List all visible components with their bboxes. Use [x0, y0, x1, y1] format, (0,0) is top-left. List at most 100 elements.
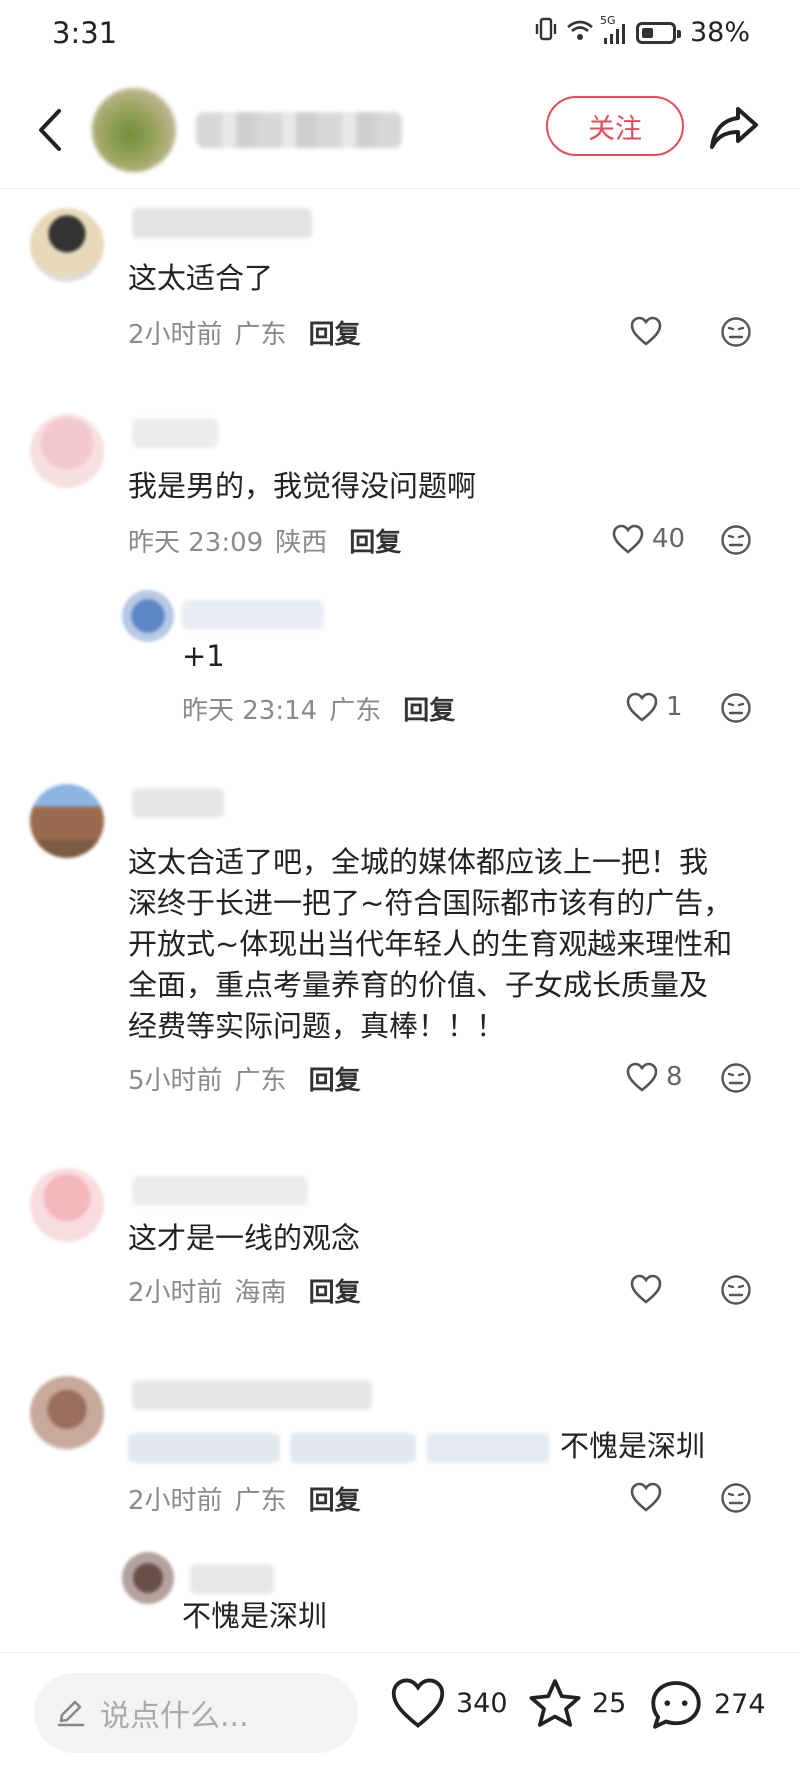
avatar[interactable] [30, 784, 104, 858]
reply-text: 不愧是深圳 [182, 1599, 328, 1633]
mention-blurred[interactable] [290, 1433, 416, 1463]
heart-icon [630, 1482, 662, 1512]
dislike-emoji-icon[interactable] [720, 1062, 752, 1094]
avatar[interactable] [30, 208, 104, 282]
bottom-bar: 说点什么... 340 25 274 [0, 1652, 800, 1778]
comment-location: 广东 [234, 1066, 287, 1096]
avatar[interactable] [30, 1376, 104, 1450]
author-avatar[interactable] [92, 88, 176, 172]
comment-location: 陕西 [275, 528, 328, 558]
reply-text: +1 [182, 639, 225, 673]
username-blurred[interactable] [182, 600, 324, 630]
comment-time: 昨天 23:09 [128, 528, 264, 558]
comment-post-button[interactable]: 274 [648, 1677, 766, 1731]
status-bar: 3:31 5G 38% [0, 0, 800, 72]
comment-meta: 昨天 23:14 广东 回复 [182, 690, 455, 727]
battery-percent: 38% [689, 17, 750, 48]
avatar[interactable] [122, 1552, 174, 1604]
pencil-icon [57, 1700, 85, 1727]
comment-meta: 昨天 23:09 陕西 回复 [128, 522, 401, 559]
avatar[interactable] [122, 590, 174, 642]
comment-text: 这太合适了吧，全城的媒体都应该上一把！我 深终于长进一把了~符合国际都市该有的广… [128, 842, 732, 1047]
comment-line: 深终于长进一把了~符合国际都市该有的广告， [128, 886, 733, 920]
comment-meta: 2小时前 广东 回复 [128, 314, 361, 351]
comment-time: 2小时前 [128, 1486, 223, 1516]
reply-button[interactable]: 回复 [309, 1060, 361, 1097]
comment-text: 这才是一线的观念 [128, 1221, 361, 1255]
username-blurred[interactable] [190, 1564, 274, 1594]
chevron-left-icon [39, 109, 61, 151]
post-like-count: 340 [456, 1687, 508, 1719]
like-button[interactable] [630, 316, 670, 346]
comment-meta: 2小时前 海南 回复 [128, 1272, 361, 1309]
share-icon [710, 107, 758, 149]
heart-icon [626, 692, 658, 722]
reply-button[interactable]: 回复 [309, 1480, 361, 1517]
vibrate-icon [534, 16, 558, 49]
author-name-blurred[interactable] [196, 112, 402, 148]
like-button[interactable]: 40 [612, 524, 685, 554]
post-favorite-count: 25 [592, 1687, 627, 1719]
username-blurred[interactable] [132, 418, 218, 448]
post-comment-count: 274 [714, 1688, 766, 1720]
comment-line: 全面，重点考量养育的价值、子女成长质量及 [128, 968, 709, 1002]
username-blurred[interactable] [132, 1380, 372, 1410]
heart-icon [391, 1678, 445, 1728]
reply-button[interactable]: 回复 [349, 522, 401, 559]
status-time: 3:31 [52, 16, 118, 50]
comment-text: 这太适合了 [128, 261, 274, 295]
username-blurred[interactable] [132, 208, 312, 238]
dislike-emoji-icon[interactable] [720, 1274, 752, 1306]
dislike-emoji-icon[interactable] [720, 1482, 752, 1514]
battery-icon [635, 21, 681, 44]
comment-input[interactable]: 说点什么... [34, 1673, 358, 1753]
dislike-emoji-icon[interactable] [720, 316, 752, 348]
signal-icon: 5G [600, 14, 628, 46]
dislike-emoji-icon[interactable] [720, 692, 752, 724]
header: 关注 [0, 72, 800, 189]
heart-icon [612, 524, 644, 554]
comment-text-content: 不愧是深圳 [560, 1429, 706, 1463]
like-button[interactable]: 8 [626, 1062, 683, 1092]
favorite-post-button[interactable]: 25 [528, 1677, 626, 1729]
follow-button[interactable]: 关注 [546, 96, 684, 156]
comment-text: 不愧是深圳 [128, 1426, 705, 1467]
like-button[interactable] [630, 1482, 670, 1512]
like-button[interactable]: 1 [626, 692, 683, 722]
like-button[interactable] [630, 1274, 670, 1304]
comment-meta: 5小时前 广东 回复 [128, 1060, 361, 1097]
comment-time: 2小时前 [128, 320, 223, 350]
like-count: 8 [666, 1062, 683, 1092]
comment-time: 2小时前 [128, 1278, 223, 1308]
heart-icon [626, 1062, 658, 1092]
wifi-icon [566, 17, 594, 48]
like-count: 1 [666, 692, 683, 722]
like-count: 40 [652, 524, 686, 554]
comment-meta: 2小时前 广东 回复 [128, 1480, 361, 1517]
like-post-button[interactable]: 340 [390, 1677, 508, 1729]
heart-icon [630, 1274, 662, 1304]
username-blurred[interactable] [132, 1176, 308, 1206]
comment-input-placeholder: 说点什么... [100, 1699, 249, 1734]
comment-line: 经费等实际问题，真棒！！！ [128, 1009, 506, 1043]
dislike-emoji-icon[interactable] [720, 524, 752, 556]
back-button[interactable] [30, 102, 70, 158]
comment-time: 昨天 23:14 [182, 696, 318, 726]
comment-time: 5小时前 [128, 1066, 223, 1096]
username-blurred[interactable] [132, 788, 224, 818]
comment-text: 我是男的，我觉得没问题啊 [128, 469, 477, 503]
comment-location: 海南 [234, 1278, 287, 1308]
mention-blurred[interactable] [128, 1433, 280, 1463]
comment-location: 广东 [234, 1486, 287, 1516]
comment-line: 这太合适了吧，全城的媒体都应该上一把！我 [128, 845, 709, 879]
reply-button[interactable]: 回复 [309, 314, 361, 351]
reply-button[interactable]: 回复 [403, 690, 455, 727]
mention-blurred[interactable] [426, 1433, 550, 1463]
avatar[interactable] [30, 414, 104, 488]
reply-button[interactable]: 回复 [309, 1272, 361, 1309]
share-button[interactable] [706, 100, 762, 156]
comment-location: 广东 [329, 696, 382, 726]
avatar[interactable] [30, 1168, 104, 1242]
comment-line: 开放式~体现出当代年轻人的生育观越来理性和 [128, 927, 733, 961]
heart-icon [630, 316, 662, 346]
